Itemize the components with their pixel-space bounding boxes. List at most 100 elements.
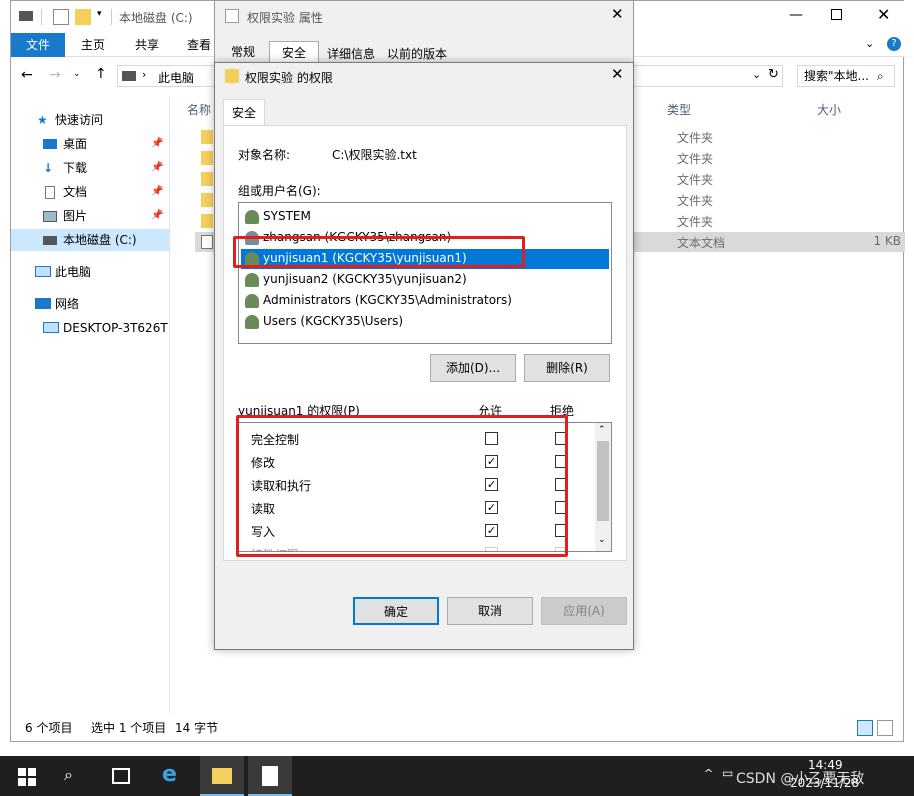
- file-type: 文件夹: [677, 152, 714, 166]
- folder-icon: [201, 151, 213, 165]
- column-header-type[interactable]: 类型: [667, 101, 691, 118]
- user-list-item[interactable]: yunjisuan2 (KGCKY35\yunjisuan2): [241, 270, 609, 290]
- forward-icon[interactable]: →: [49, 67, 61, 83]
- notepad-taskbar-button[interactable]: [248, 756, 292, 796]
- column-header-name[interactable]: 名称: [187, 101, 211, 118]
- details-view-icon[interactable]: [857, 720, 873, 736]
- pin-icon: 📌: [151, 210, 164, 221]
- breadcrumb-this-pc[interactable]: 此电脑: [158, 69, 194, 86]
- tab-general[interactable]: 常规: [223, 43, 263, 60]
- item-count: 6 个项目: [25, 721, 73, 735]
- tab-share[interactable]: 共享: [123, 33, 171, 57]
- search-icon[interactable]: ⌕: [64, 765, 73, 785]
- tab-security[interactable]: 安全: [223, 99, 265, 125]
- refresh-icon[interactable]: ↻: [768, 67, 779, 82]
- add-button[interactable]: 添加(D)...: [430, 354, 516, 382]
- object-name-label: 对象名称:: [238, 148, 291, 162]
- tab-previous-versions[interactable]: 以前的版本: [383, 45, 451, 62]
- folder-icon: [201, 193, 213, 207]
- selected-size: 14 字节: [175, 721, 219, 735]
- sidebar-item-desktop-pc[interactable]: DESKTOP-3T626T: [11, 317, 169, 339]
- quick-access-dropdown-icon[interactable]: ▾: [97, 9, 102, 19]
- computer-icon: [35, 266, 51, 277]
- new-folder-icon[interactable]: [75, 9, 91, 25]
- user-list-item[interactable]: Administrators (KGCKY35\Administrators): [241, 291, 609, 311]
- close-icon[interactable]: ✕: [877, 5, 890, 24]
- clock-time[interactable]: 14:49: [808, 758, 843, 772]
- close-icon[interactable]: ✕: [611, 65, 624, 83]
- folder-icon: [201, 214, 213, 228]
- sidebar-item-pictures[interactable]: 图片 📌: [11, 205, 169, 227]
- tray-chevron-icon[interactable]: ^: [704, 767, 713, 780]
- tab-file[interactable]: 文件: [11, 33, 65, 57]
- taskbar: ⌕ e ^ ▭ CSDN @小乙要无敌 14:49 2023/11/28: [0, 756, 914, 796]
- tab-security[interactable]: 安全: [269, 41, 319, 63]
- drive-icon: [43, 236, 57, 245]
- clock-date[interactable]: 2023/11/28: [790, 776, 859, 790]
- scroll-down-icon[interactable]: ⌄: [598, 535, 606, 545]
- user-listbox[interactable]: SYSTEM zhangsan (KGCKY35\zhangsan) yunjisu…: [238, 202, 612, 344]
- ribbon-expand-icon[interactable]: ⌄: [865, 37, 874, 50]
- sidebar-item-local-disk[interactable]: 本地磁盘 (C:): [11, 229, 169, 251]
- scroll-up-icon[interactable]: ⌃: [598, 425, 606, 435]
- drive-icon: [19, 11, 33, 21]
- sidebar-item-downloads[interactable]: ↓ 下载 📌: [11, 157, 169, 179]
- user-list-item[interactable]: SYSTEM: [241, 207, 609, 227]
- tab-details[interactable]: 详细信息: [323, 45, 379, 62]
- large-icons-view-icon[interactable]: [877, 720, 893, 736]
- address-dropdown-icon[interactable]: ⌄: [752, 68, 761, 81]
- scrollbar[interactable]: ⌃ ⌄: [595, 423, 611, 551]
- document-icon: [45, 186, 55, 199]
- status-bar: 6 个项目 选中 1 个项目 14 字节: [11, 715, 905, 741]
- scroll-thumb[interactable]: [597, 441, 609, 521]
- star-icon: ★: [37, 113, 48, 127]
- user-name: Users (KGCKY35\Users): [263, 314, 404, 328]
- minimize-icon[interactable]: —: [789, 7, 803, 23]
- network-tray-icon[interactable]: ▭: [722, 766, 733, 780]
- explorer-title: 本地磁盘 (C:): [119, 11, 193, 25]
- file-type: 文件夹: [677, 173, 714, 187]
- remove-button[interactable]: 删除(R): [524, 354, 610, 382]
- cancel-button[interactable]: 取消: [447, 597, 533, 625]
- task-view-icon[interactable]: [112, 768, 130, 784]
- up-icon[interactable]: ↑: [95, 66, 107, 82]
- file-icon: [225, 9, 239, 23]
- tab-home[interactable]: 主页: [69, 33, 117, 57]
- user-list-item[interactable]: Users (KGCKY35\Users): [241, 312, 609, 332]
- text-file-icon: [201, 235, 213, 249]
- recent-locations-icon[interactable]: ⌄: [73, 69, 81, 79]
- column-header-size[interactable]: 大小: [817, 101, 841, 118]
- drive-small-icon: [122, 71, 136, 81]
- user-name: yunjisuan2 (KGCKY35\yunjisuan2): [263, 272, 467, 286]
- back-icon[interactable]: ←: [21, 67, 33, 83]
- breadcrumb-chevron-icon[interactable]: ›: [142, 68, 146, 81]
- sidebar-item-this-pc[interactable]: 此电脑: [11, 261, 169, 283]
- apply-button[interactable]: 应用(A): [541, 597, 627, 625]
- sidebar-item-documents[interactable]: 文档 📌: [11, 181, 169, 203]
- properties-icon[interactable]: [53, 9, 69, 25]
- sidebar-item-quick-access[interactable]: ★ 快速访问: [11, 109, 169, 131]
- sidebar-item-desktop[interactable]: 桌面 📌: [11, 133, 169, 155]
- file-type: 文本文档: [677, 236, 726, 250]
- sidebar-item-network[interactable]: 网络: [11, 293, 169, 315]
- properties-title: 权限实验 属性: [247, 11, 323, 25]
- download-icon: ↓: [43, 161, 54, 175]
- pin-icon: 📌: [151, 186, 164, 197]
- selected-count: 选中 1 个项目: [91, 721, 167, 735]
- start-icon[interactable]: [18, 768, 36, 786]
- file-type: 文件夹: [677, 194, 714, 208]
- close-icon[interactable]: ✕: [611, 5, 624, 23]
- file-type: 文件夹: [677, 131, 714, 145]
- folder-icon: [212, 768, 232, 784]
- pin-icon: 📌: [151, 138, 164, 149]
- help-icon[interactable]: ?: [887, 37, 901, 51]
- folder-icon: [225, 69, 239, 83]
- maximize-icon[interactable]: [831, 9, 842, 20]
- user-icon: [245, 294, 259, 308]
- file-type: 文件夹: [677, 215, 714, 229]
- ok-button[interactable]: 确定: [353, 597, 439, 625]
- permissions-dialog: 权限实验 的权限 ✕ 安全 对象名称: C:\权限实验.txt 组或用户名(G)…: [214, 62, 634, 650]
- ie-icon[interactable]: e: [162, 762, 177, 787]
- explorer-taskbar-button[interactable]: [200, 756, 244, 796]
- permissions-title: 权限实验 的权限: [245, 71, 333, 85]
